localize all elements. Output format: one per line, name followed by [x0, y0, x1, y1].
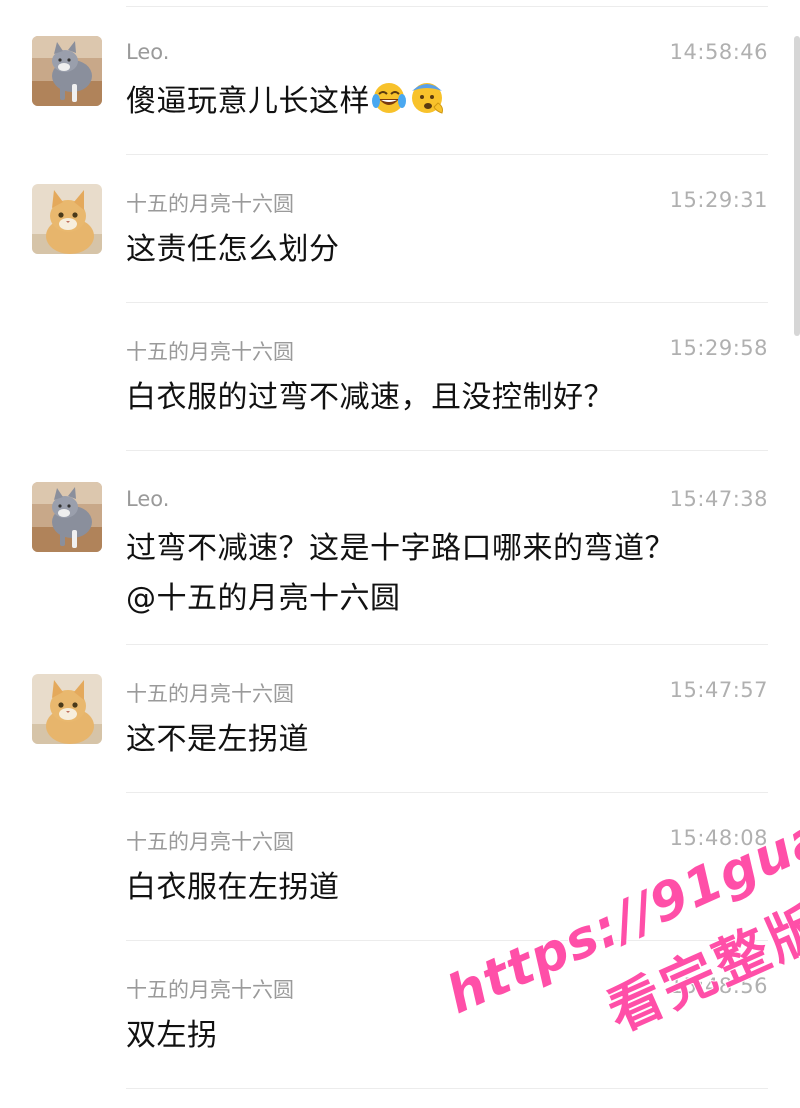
avatar-gray-cat[interactable] — [32, 36, 102, 106]
message-time: 15:47:38 — [669, 487, 768, 511]
divider — [126, 940, 768, 941]
message-text[interactable]: 这不是左拐道 — [126, 715, 776, 765]
avatar-golden-cat[interactable] — [32, 674, 102, 744]
sender-name: Leo. — [126, 487, 170, 511]
divider — [126, 1088, 768, 1089]
divider — [126, 792, 768, 793]
avatar-gray-cat[interactable] — [32, 482, 102, 552]
message-time: 14:58:46 — [669, 40, 768, 64]
scrollbar[interactable] — [794, 36, 800, 336]
message-time: 15:29:31 — [669, 188, 768, 212]
message-text[interactable]: 白衣服的过弯不减速，且没控制好？ — [126, 373, 776, 423]
divider — [126, 6, 768, 7]
message-text[interactable]: 傻逼玩意儿长这样 — [126, 77, 776, 133]
message-text-body: 傻逼玩意儿长这样 — [126, 84, 370, 119]
sender-name: 十五的月亮十六圆 — [126, 830, 294, 854]
sender-name: 十五的月亮十六圆 — [126, 978, 294, 1002]
message-text[interactable]: 过弯不减速？这是十字路口哪来的弯道？ @十五的月亮十六圆 — [126, 524, 776, 624]
divider — [126, 302, 768, 303]
avatar-golden-cat[interactable] — [32, 184, 102, 254]
message-text-line: 过弯不减速？这是十字路口哪来的弯道？ — [126, 531, 675, 566]
sender-name: 十五的月亮十六圆 — [126, 192, 294, 216]
chat-history: Leo. 14:58:46 傻逼玩意儿长这样 十五的月亮十六圆 15:29:31… — [0, 0, 800, 1094]
divider — [126, 644, 768, 645]
message-text[interactable]: 白衣服在左拐道 — [126, 863, 776, 913]
divider — [126, 450, 768, 451]
message-time: 15:29:58 — [669, 336, 768, 360]
divider — [126, 154, 768, 155]
message-time: 15:48:08 — [669, 826, 768, 850]
tears-of-joy-emoji-icon — [370, 79, 408, 133]
message-time: 15:47:57 — [669, 678, 768, 702]
sender-name: 十五的月亮十六圆 — [126, 682, 294, 706]
message-time: 15:48:56 — [669, 974, 768, 998]
message-text[interactable]: 双左拐 — [126, 1011, 776, 1061]
mention-link[interactable]: @十五的月亮十六圆 — [126, 574, 776, 624]
sender-name: 十五的月亮十六圆 — [126, 340, 294, 364]
sender-name: Leo. — [126, 40, 170, 64]
message-text[interactable]: 这责任怎么划分 — [126, 225, 776, 275]
fearful-face-emoji-icon — [408, 79, 446, 133]
